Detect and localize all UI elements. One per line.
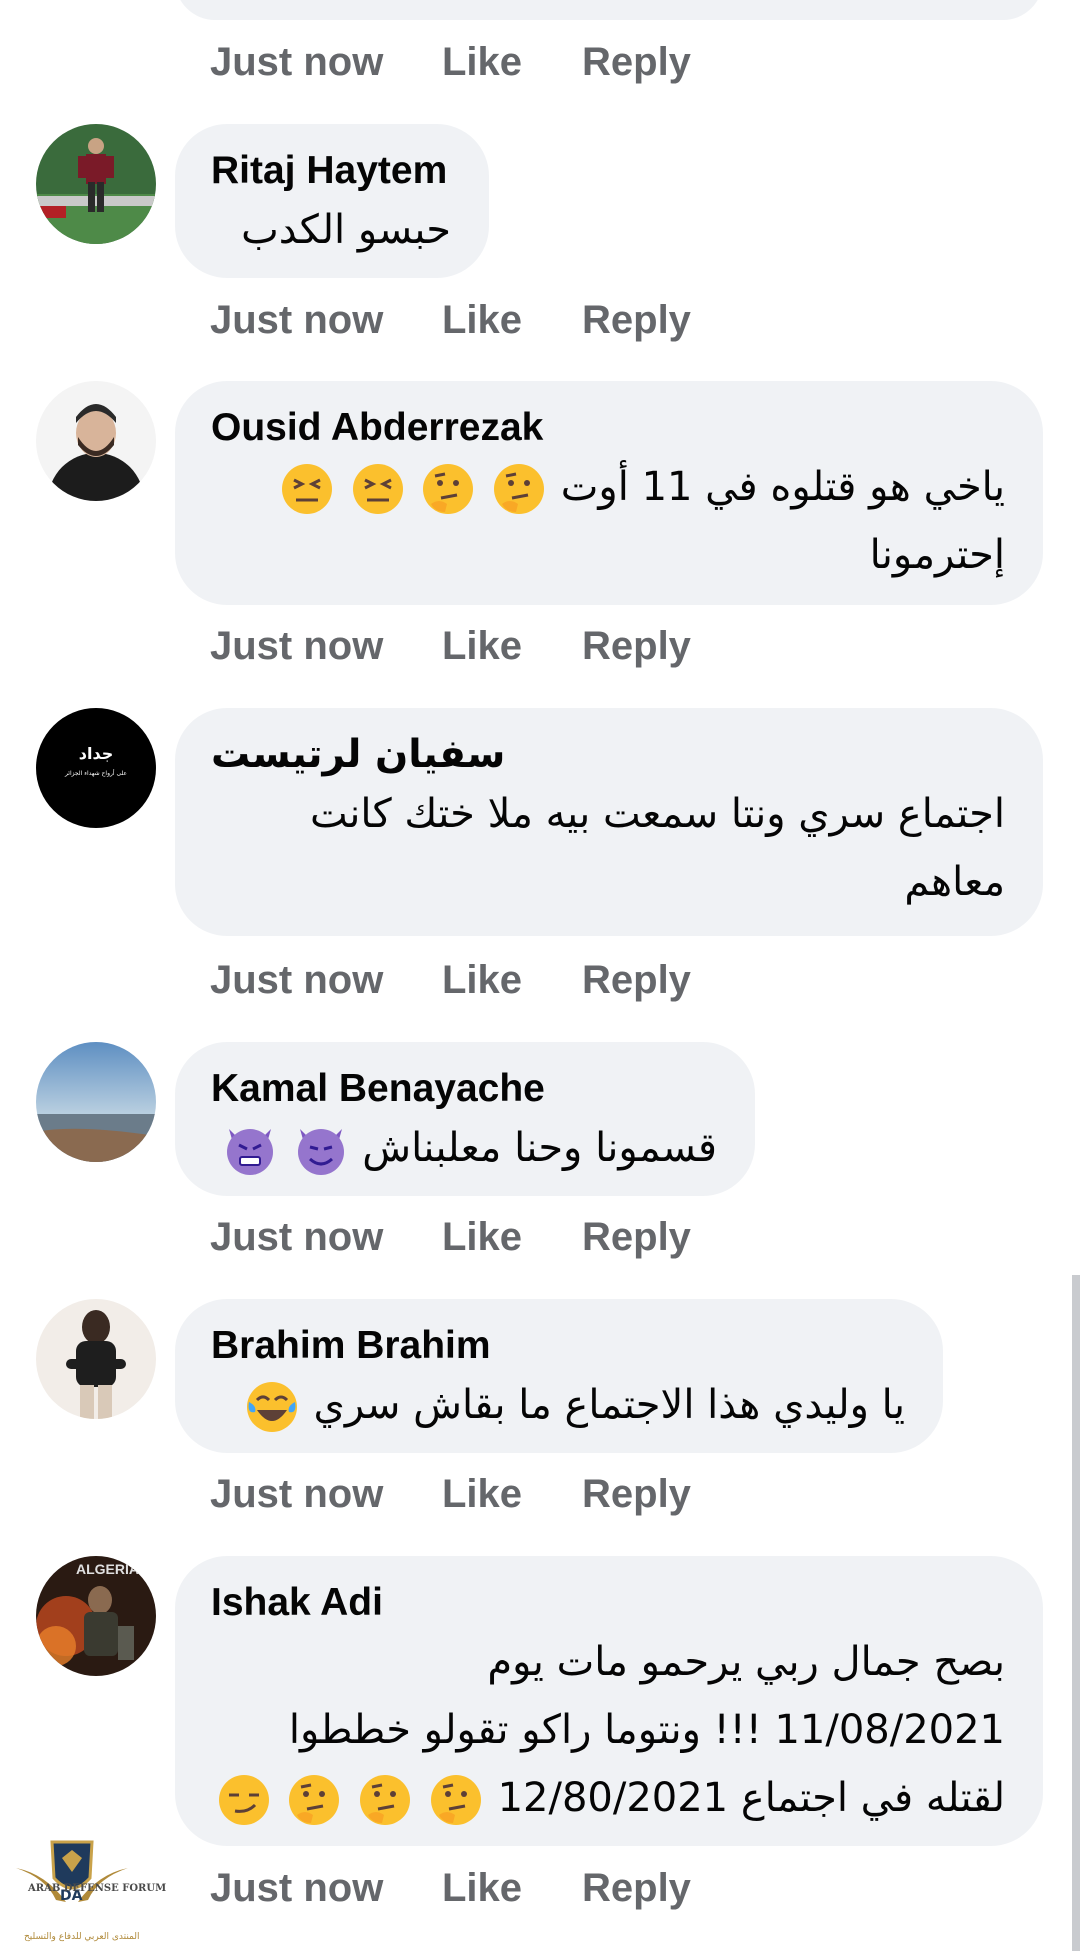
reply-link[interactable]: Reply — [582, 624, 691, 669]
timestamp: Just now — [210, 39, 384, 84]
comment-author[interactable]: Kamal Benayache — [211, 1064, 717, 1114]
previous-comment-bubble — [175, 0, 1043, 20]
comment-line: إحترمونا — [869, 532, 1005, 578]
comment-line: معاهم — [904, 859, 1005, 905]
comment-text: حبسو الكدب — [241, 207, 451, 253]
comment-text: اجتماع سري ونتا سمعت بيه ملا ختك كانت مع… — [211, 780, 1005, 916]
timestamp: Just now — [210, 1471, 384, 1516]
reply-link[interactable]: Reply — [582, 1866, 691, 1911]
smiling-imp-icon — [297, 1129, 344, 1175]
comment-bubble: Ritaj Haytem حبسو الكدب — [175, 124, 489, 278]
reply-link[interactable]: Reply — [582, 1472, 691, 1517]
comment-actions: Just now Like Reply — [210, 32, 691, 92]
comment-actions: Just now Like Reply — [210, 1464, 691, 1524]
comment-bubble: Brahim Brahim يا وليدي هذا الاجتماع ما ب… — [175, 1299, 943, 1453]
comment-author[interactable]: Ousid Abderrezak — [211, 403, 1005, 453]
like-link[interactable]: Like — [442, 1866, 582, 1911]
like-link[interactable]: Like — [442, 624, 582, 669]
comment-line: لقتله في اجتماع 12/80/2021 — [497, 1775, 1005, 1821]
tears-of-joy-icon — [246, 1382, 297, 1432]
comment-actions: Just now Like Reply — [210, 950, 691, 1010]
comment-text: بصح جمال ربي يرحمو مات يوم 11/08/2021 !!… — [211, 1628, 1005, 1832]
watermark-title: ARAB DEFENSE FORUM — [28, 1883, 167, 1894]
avatar[interactable]: جداد على أرواح شهداء الجزائر — [36, 708, 156, 828]
like-link[interactable]: Like — [442, 958, 582, 1003]
like-link[interactable]: Like — [442, 40, 582, 85]
angry-imp-icon — [226, 1129, 273, 1175]
comment-author[interactable]: سفيان لرتيست — [211, 730, 1005, 780]
comment-actions: Just now Like Reply — [210, 1858, 691, 1918]
comment-text: يا وليدي هذا الاجتماع ما بقاش سري — [211, 1371, 905, 1439]
comment-line: اجتماع سري ونتا سمعت بيه ملا ختك كانت — [310, 791, 1005, 837]
like-link[interactable]: Like — [442, 1215, 582, 1260]
watermark-subtitle: المنتدى العربي للدفاع والتسليح — [24, 1932, 140, 1942]
comment-text: ياخي هو قتلوه في 11 أوت إحترمونا — [211, 453, 1005, 589]
timestamp: Just now — [210, 1214, 384, 1259]
timestamp: Just now — [210, 623, 384, 668]
avatar[interactable] — [36, 1299, 156, 1419]
comment-bubble: Ousid Abderrezak ياخي هو قتلوه في 11 أوت… — [175, 381, 1043, 605]
reply-link[interactable]: Reply — [582, 40, 691, 85]
thinking-face-icon — [360, 1775, 411, 1825]
thinking-face-icon — [289, 1775, 340, 1825]
comment-bubble: Ishak Adi بصح جمال ربي يرحمو مات يوم 11/… — [175, 1556, 1043, 1846]
reply-link[interactable]: Reply — [582, 958, 691, 1003]
thinking-face-icon — [423, 464, 474, 514]
confounded-face-icon — [281, 464, 332, 514]
avatar-label: ALGERIA — [76, 1561, 139, 1577]
thinking-face-icon — [494, 464, 545, 514]
avatar-label: جداد — [78, 744, 114, 763]
reply-link[interactable]: Reply — [582, 298, 691, 343]
avatar[interactable] — [36, 124, 156, 244]
comment-line: قسمونا وحنا معلبناش — [362, 1125, 717, 1171]
avatar[interactable] — [36, 381, 156, 501]
comment-text: قسمونا وحنا معلبناش — [211, 1114, 717, 1182]
avatar[interactable]: ALGERIA — [36, 1556, 156, 1676]
thinking-face-icon — [430, 1775, 481, 1825]
comment-line: بصح جمال ربي يرحمو مات يوم — [487, 1639, 1005, 1685]
comment-actions: Just now Like Reply — [210, 290, 691, 350]
avatar-sublabel: على أرواح شهداء الجزائر — [64, 770, 128, 777]
comment-actions: Just now Like Reply — [210, 616, 691, 676]
comment-author[interactable]: Ishak Adi — [211, 1578, 1005, 1628]
comment-line: يا وليدي هذا الاجتماع ما بقاش سري — [313, 1382, 905, 1428]
comment-author[interactable]: Ritaj Haytem — [211, 146, 451, 196]
avatar[interactable] — [36, 1042, 156, 1162]
like-link[interactable]: Like — [442, 1472, 582, 1517]
comment-line: ياخي هو قتلوه في 11 أوت — [560, 464, 1005, 510]
comment-author[interactable]: Brahim Brahim — [211, 1321, 905, 1371]
scrollbar[interactable] — [1072, 1275, 1080, 1951]
timestamp: Just now — [210, 957, 384, 1002]
comment-bubble: Kamal Benayache قسمونا وحنا معلبناش — [175, 1042, 755, 1196]
reply-link[interactable]: Reply — [582, 1215, 691, 1260]
comment-line: 11/08/2021 !!! ونتوما راكو تقولو خططوا — [288, 1707, 1005, 1753]
smirking-face-icon — [218, 1775, 269, 1825]
confounded-face-icon — [352, 464, 403, 514]
like-link[interactable]: Like — [442, 298, 582, 343]
timestamp: Just now — [210, 297, 384, 342]
comment-actions: Just now Like Reply — [210, 1207, 691, 1267]
timestamp: Just now — [210, 1865, 384, 1910]
comment-bubble: سفيان لرتيست اجتماع سري ونتا سمعت بيه مل… — [175, 708, 1043, 936]
